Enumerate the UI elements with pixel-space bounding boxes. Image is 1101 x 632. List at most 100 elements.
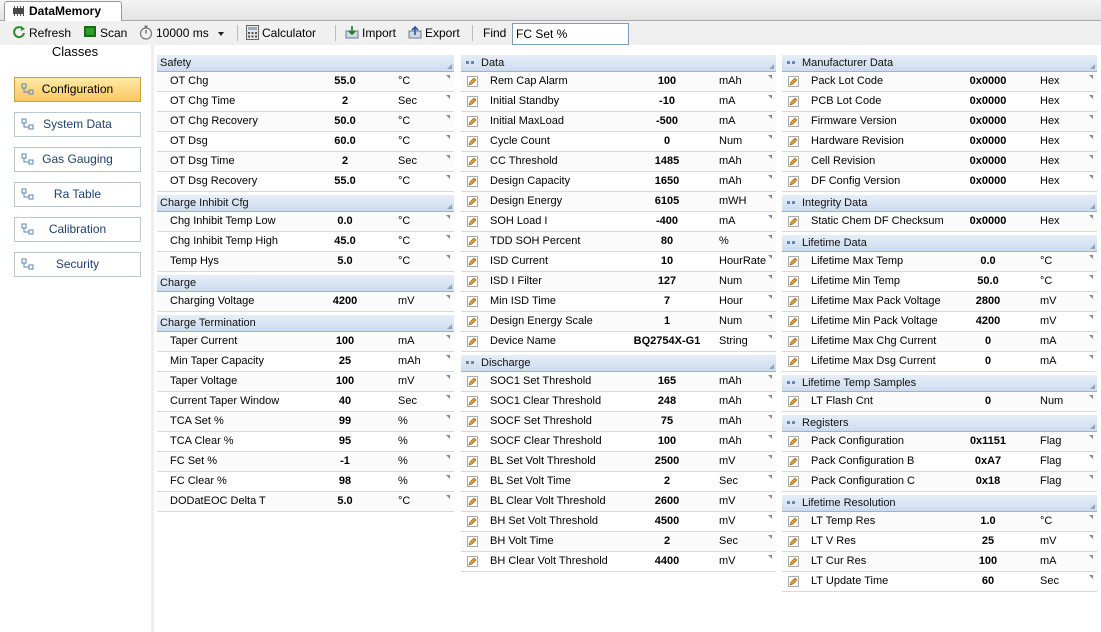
cell-dropdown-icon[interactable] [768,315,772,319]
parameter-value[interactable]: 165 [627,372,707,391]
parameter-value[interactable]: 4200 [948,312,1028,331]
parameter-value[interactable]: 0x0000 [948,72,1028,91]
parameter-value[interactable]: 6105 [627,192,707,211]
cell-dropdown-icon[interactable] [768,115,772,119]
table-row[interactable]: Charging Voltage 4200 mV [157,292,454,312]
cell-dropdown-icon[interactable] [768,555,772,559]
table-row[interactable]: LT Temp Res 1.0 °C [782,512,1097,532]
cell-dropdown-icon[interactable] [1089,555,1093,559]
parameter-value[interactable]: 5.0 [305,252,385,271]
cell-dropdown-icon[interactable] [1089,215,1093,219]
parameter-value[interactable]: -400 [627,212,707,231]
table-row[interactable]: BH Clear Volt Threshold 4400 mV [461,552,776,572]
table-row[interactable]: Chg Inhibit Temp Low 0.0 °C [157,212,454,232]
table-row[interactable]: TCA Clear % 95% [157,432,454,452]
class-security-button[interactable]: Security [14,252,141,277]
parameter-value[interactable]: 40 [305,392,385,411]
table-row[interactable]: DODatEOC Delta T 5.0 °C [157,492,454,512]
cell-dropdown-icon[interactable] [768,415,772,419]
parameter-value[interactable]: 0.0 [305,212,385,231]
parameter-value[interactable]: 0x0000 [948,112,1028,131]
parameter-value[interactable]: -500 [627,112,707,131]
table-row[interactable]: Taper Current 100 mA [157,332,454,352]
table-row[interactable]: Lifetime Max Dsg Current 0 mA [782,352,1097,372]
parameter-value[interactable]: 0x1151 [948,432,1028,451]
parameter-value[interactable]: 100 [627,432,707,451]
table-row[interactable]: Rem Cap Alarm 100 mAh [461,72,776,92]
cell-dropdown-icon[interactable] [446,135,450,139]
cell-dropdown-icon[interactable] [1089,395,1093,399]
cell-dropdown-icon[interactable] [446,155,450,159]
parameter-value[interactable]: 4200 [305,292,385,311]
group-header[interactable]: Safety [157,55,454,72]
cell-dropdown-icon[interactable] [1089,575,1093,579]
parameter-value[interactable]: -1 [305,452,385,471]
cell-dropdown-icon[interactable] [768,175,772,179]
parameter-value[interactable]: 0xA7 [948,452,1028,471]
table-row[interactable]: FC Clear % 98% [157,472,454,492]
table-row[interactable]: FC Set % -1% [157,452,454,472]
table-row[interactable]: CC Threshold 1485 mAh [461,152,776,172]
cell-dropdown-icon[interactable] [1089,75,1093,79]
parameter-value[interactable]: 75 [627,412,707,431]
table-row[interactable]: LT Flash Cnt 0 Num [782,392,1097,412]
class-calibration-button[interactable]: Calibration [14,217,141,242]
table-row[interactable]: DF Config Version 0x0000 Hex [782,172,1097,192]
cell-dropdown-icon[interactable] [446,375,450,379]
table-row[interactable]: Design Energy Scale 1 Num [461,312,776,332]
table-row[interactable]: SOCF Set Threshold 75 mAh [461,412,776,432]
table-row[interactable]: LT Cur Res 100 mA [782,552,1097,572]
cell-dropdown-icon[interactable] [768,475,772,479]
cell-dropdown-icon[interactable] [446,215,450,219]
table-row[interactable]: BL Clear Volt Threshold 2600 mV [461,492,776,512]
parameter-value[interactable]: 7 [627,292,707,311]
table-row[interactable]: Lifetime Max Pack Voltage 2800 mV [782,292,1097,312]
parameter-value[interactable]: 60 [948,572,1028,591]
table-row[interactable]: SOC1 Clear Threshold 248 mAh [461,392,776,412]
cell-dropdown-icon[interactable] [1089,475,1093,479]
parameter-value[interactable]: 10 [627,252,707,271]
table-row[interactable]: LT Update Time 60 Sec [782,572,1097,592]
cell-dropdown-icon[interactable] [768,335,772,339]
tab-datamemory[interactable]: DataMemory [4,1,122,21]
parameter-value[interactable]: 80 [627,232,707,251]
parameter-value[interactable]: 0x0000 [948,172,1028,191]
table-row[interactable]: Temp Hys 5.0 °C [157,252,454,272]
cell-dropdown-icon[interactable] [446,455,450,459]
class-system-data-button[interactable]: System Data [14,112,141,137]
parameter-value[interactable]: BQ2754X-G1 [627,332,707,351]
table-row[interactable]: Lifetime Max Chg Current 0 mA [782,332,1097,352]
calculator-button[interactable]: Calculator [246,25,316,41]
table-row[interactable]: BL Set Volt Time 2 Sec [461,472,776,492]
cell-dropdown-icon[interactable] [1089,175,1093,179]
cell-dropdown-icon[interactable] [446,255,450,259]
interval-dropdown[interactable]: 10000 ms [139,25,225,41]
cell-dropdown-icon[interactable] [446,295,450,299]
export-button[interactable]: Export [408,25,460,41]
parameter-value[interactable]: 4400 [627,552,707,571]
cell-dropdown-icon[interactable] [446,95,450,99]
cell-dropdown-icon[interactable] [768,395,772,399]
cell-dropdown-icon[interactable] [446,235,450,239]
parameter-value[interactable]: 0 [948,332,1028,351]
table-row[interactable]: Hardware Revision 0x0000 Hex [782,132,1097,152]
table-row[interactable]: Pack Lot Code 0x0000 Hex [782,72,1097,92]
cell-dropdown-icon[interactable] [1089,135,1093,139]
parameter-value[interactable]: 55.0 [305,72,385,91]
group-header[interactable]: Data [461,55,776,72]
table-row[interactable]: SOCF Clear Threshold 100 mAh [461,432,776,452]
cell-dropdown-icon[interactable] [1089,295,1093,299]
table-row[interactable]: Chg Inhibit Temp High 45.0 °C [157,232,454,252]
parameter-value[interactable]: 100 [305,372,385,391]
cell-dropdown-icon[interactable] [768,195,772,199]
parameter-value[interactable]: 95 [305,432,385,451]
cell-dropdown-icon[interactable] [768,255,772,259]
find-input[interactable] [512,23,629,45]
table-row[interactable]: Pack Configuration 0x1151 Flag [782,432,1097,452]
table-row[interactable]: Lifetime Min Temp 50.0 °C [782,272,1097,292]
table-row[interactable]: Design Capacity 1650 mAh [461,172,776,192]
parameter-value[interactable]: 2 [305,152,385,171]
parameter-value[interactable]: 0x0000 [948,132,1028,151]
group-header[interactable]: Charge [157,275,454,292]
group-header[interactable]: Manufacturer Data [782,55,1097,72]
